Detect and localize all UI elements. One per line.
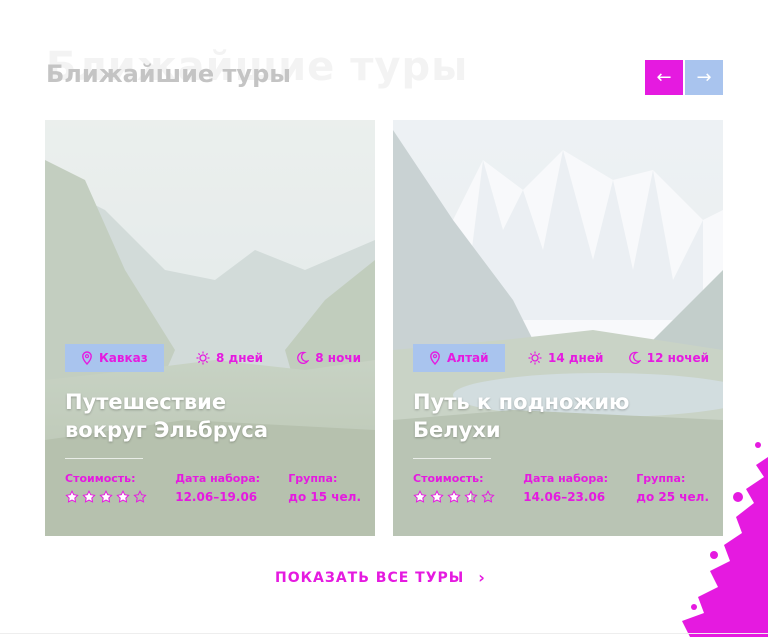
date-value: 12.06–19.06: [175, 490, 258, 504]
sun-icon: [528, 351, 542, 365]
divider: [65, 458, 143, 459]
location-pin-icon: [429, 351, 441, 365]
moon-icon: [295, 351, 310, 365]
days-label: 14 дней: [547, 351, 604, 365]
date-label: Дата набора:: [175, 472, 261, 485]
star-icon: [413, 490, 427, 504]
star-icon: [481, 490, 495, 504]
rating-stars: [65, 490, 147, 504]
date-block: Дата набора: 12.06–19.06: [175, 472, 260, 504]
rating-stars: [413, 490, 495, 504]
divider: [413, 458, 491, 459]
price-block: Стоимость:: [413, 472, 495, 504]
tour-title-line: вокруг Эльбруса: [65, 418, 269, 442]
carousel-next-button[interactable]: →: [685, 60, 723, 95]
moon-icon: [627, 351, 641, 365]
tour-title[interactable]: Путь к подножию Белухи: [413, 388, 703, 444]
star-icon: [464, 490, 478, 504]
location-pin-icon: [81, 351, 93, 365]
tour-details: Стоимость: Дата набора: 12.06–19.06 Груп…: [65, 472, 361, 504]
paint-splash-decoration: [682, 442, 768, 637]
duration-days: 14 дней: [528, 351, 603, 365]
tour-card[interactable]: Кавказ 8 дней 8 ночи Путешествие вокруг …: [45, 120, 375, 536]
tour-title[interactable]: Путешествие вокруг Эльбруса: [65, 388, 355, 444]
location-label: Кавказ: [99, 351, 148, 365]
star-icon: [447, 490, 461, 504]
group-label: Группа:: [288, 472, 338, 485]
star-icon: [116, 490, 130, 504]
star-icon: [82, 490, 96, 504]
price-label: Стоимость:: [413, 472, 484, 485]
duration-nights: 8 ночи: [295, 351, 361, 365]
tour-meta: Алтай 14 дней 12 ночей: [413, 344, 709, 372]
show-all-tours-link[interactable]: ПОКАЗАТЬ ВСЕ ТУРЫ ›: [275, 568, 485, 587]
star-icon: [133, 490, 147, 504]
arrow-left-icon: ←: [656, 67, 672, 88]
duration-nights: 12 ночей: [627, 351, 709, 365]
section-bottom-border: [0, 633, 768, 634]
star-icon: [65, 490, 79, 504]
star-icon: [99, 490, 113, 504]
section-title: Ближайшие туры: [46, 60, 291, 88]
date-value: 14.06–23.06: [523, 490, 606, 504]
tour-title-line: Путь к подножию: [413, 390, 630, 414]
star-icon: [430, 490, 444, 504]
show-all-label: ПОКАЗАТЬ ВСЕ ТУРЫ: [275, 569, 465, 586]
location-tag[interactable]: Алтай: [413, 344, 505, 372]
chevron-right-icon: ›: [478, 568, 485, 587]
duration-days: 8 дней: [196, 351, 263, 365]
price-block: Стоимость:: [65, 472, 147, 504]
group-block: Группа: до 15 чел.: [288, 472, 361, 504]
nights-label: 12 ночей: [646, 351, 709, 365]
tour-meta: Кавказ 8 дней 8 ночи: [65, 344, 361, 372]
date-label: Дата набора:: [523, 472, 609, 485]
price-label: Стоимость:: [65, 472, 136, 485]
date-block: Дата набора: 14.06–23.06: [523, 472, 608, 504]
nights-label: 8 ночи: [315, 351, 361, 365]
arrow-right-icon: →: [696, 67, 712, 88]
group-value: до 15 чел.: [288, 490, 361, 504]
carousel-prev-button[interactable]: ←: [645, 60, 683, 95]
location-tag[interactable]: Кавказ: [65, 344, 164, 372]
location-label: Алтай: [447, 351, 489, 365]
tour-title-line: Путешествие: [65, 390, 227, 414]
days-label: 8 дней: [215, 351, 264, 365]
sun-icon: [196, 351, 210, 365]
